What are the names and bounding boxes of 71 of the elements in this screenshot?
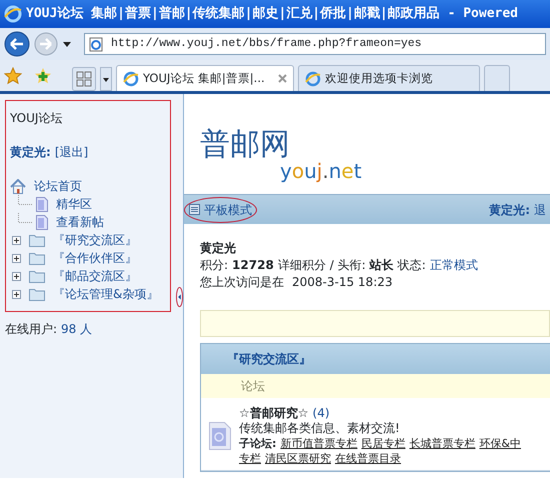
subforum-label: 子论坛: <box>239 436 276 451</box>
rank-label: / 头衔: <box>330 257 366 274</box>
tab-list-button[interactable] <box>100 67 112 91</box>
favorites-icon[interactable] <box>4 66 22 84</box>
points-detail-link[interactable]: 详细积分 <box>278 257 326 274</box>
column-header: 论坛 <box>241 378 265 395</box>
last-visit-time: 2008-3-15 18:23 <box>292 274 392 291</box>
browser-tab[interactable]: 欢迎使用选项卡浏览 <box>298 65 480 91</box>
browser-icon <box>305 70 321 86</box>
subforum-link[interactable]: 长城普票专栏 <box>409 436 476 451</box>
browser-icon <box>4 5 22 23</box>
tree-item[interactable]: 『研究交流区』 <box>53 231 137 249</box>
logo-title: 普邮网 <box>200 130 291 160</box>
tree-item[interactable]: 『邮品交流区』 <box>53 267 137 285</box>
points-label: 积分: <box>200 257 228 274</box>
browser-icon <box>123 70 139 86</box>
home-icon <box>10 178 26 194</box>
online-label: 在线用户: <box>5 321 58 338</box>
tree-connector <box>18 195 32 205</box>
points-value: 12728 <box>232 257 274 274</box>
tree-item[interactable]: 查看新帖 <box>56 213 104 231</box>
folder-icon <box>29 251 45 265</box>
tree-item[interactable]: 精华区 <box>56 195 92 213</box>
browser-tab[interactable]: YOUJ论坛 集邮|普票|... <box>116 65 294 91</box>
add-favorite-icon[interactable] <box>34 66 52 84</box>
rank-value: 站长 <box>370 257 394 274</box>
subforum-link[interactable]: 在线普票目录 <box>335 451 401 466</box>
flat-mode-link[interactable]: 平板模式 <box>184 196 257 222</box>
tree-connector <box>18 213 32 223</box>
page-icon <box>36 214 48 230</box>
back-button[interactable] <box>4 31 30 57</box>
address-field[interactable]: http://www.youj.net/bbs/frame.php?frameon=yes <box>84 33 546 55</box>
expand-icon[interactable] <box>12 236 21 244</box>
subforum-link[interactable]: 环保&中 <box>479 436 521 451</box>
subforum-link[interactable]: 清民区票研究 <box>265 451 331 466</box>
profile-name: 黄定光 <box>200 240 237 257</box>
tree-item[interactable]: 『论坛管理&杂项』 <box>53 285 158 303</box>
status-label: 状态: <box>398 257 426 274</box>
quick-tabs-button[interactable] <box>72 67 96 91</box>
folder-icon <box>29 233 45 247</box>
subforum-link[interactable]: 专栏 <box>239 451 261 466</box>
tree-item[interactable]: 论坛首页 <box>34 177 82 195</box>
status-link[interactable]: 正常模式 <box>430 257 478 274</box>
subforum-link[interactable]: 民居专栏 <box>361 436 406 451</box>
expand-icon[interactable] <box>12 290 21 298</box>
window-title: YOUJ论坛 集邮|普票|普邮|传统集邮|邮史|汇兑|侨批|邮戳|邮政用品 - Powered <box>26 4 518 24</box>
close-icon[interactable] <box>278 74 287 84</box>
expand-icon[interactable] <box>12 272 21 280</box>
thread-count: (4) <box>312 406 330 421</box>
forum-description: 传统集邮各类信息、素材交流! <box>239 421 401 436</box>
list-icon <box>189 204 200 215</box>
expand-icon[interactable] <box>12 254 21 262</box>
page-icon <box>89 36 103 52</box>
page-icon <box>36 196 48 212</box>
folder-icon <box>29 287 45 301</box>
logo-url: youj.net <box>280 160 362 182</box>
forum-name: YOUJ论坛 <box>10 110 64 127</box>
dropdown-icon[interactable] <box>62 40 72 48</box>
category-title: 『研究交流区』 <box>227 351 311 368</box>
forum-name[interactable]: ☆普邮研究☆ <box>239 406 309 421</box>
logout-link[interactable]: [退出] <box>54 143 88 161</box>
logout-link[interactable]: 退 <box>534 200 546 218</box>
subforum-link[interactable]: 新币值普票专栏 <box>280 436 358 451</box>
user-name: 黄定光: <box>10 144 51 161</box>
forum-icon <box>209 422 231 450</box>
collapse-button[interactable] <box>176 285 183 309</box>
tree-item[interactable]: 『合作伙伴区』 <box>53 249 137 267</box>
folder-icon <box>29 269 45 283</box>
user-name: 黄定光: <box>489 202 530 218</box>
last-visit-label: 您上次访问是在 <box>200 274 284 291</box>
online-count: 98 人 <box>61 321 92 338</box>
